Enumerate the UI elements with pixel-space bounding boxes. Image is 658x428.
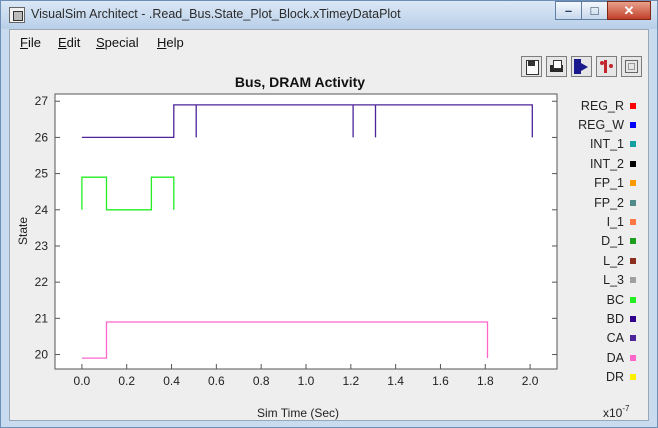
x-tick-label: 0.8 [253, 374, 270, 388]
legend-item: FP_1 [536, 174, 636, 193]
legend-swatch [630, 238, 636, 245]
legend-label: I_1 [606, 215, 624, 230]
legend-swatch [630, 199, 636, 206]
legend-item: CA [536, 329, 636, 348]
legend-swatch [630, 180, 636, 187]
legend-label: REG_R [580, 98, 624, 113]
x-tick-label: 0.4 [163, 374, 180, 388]
x-tick-label: 1.8 [477, 374, 494, 388]
legend-swatch [630, 160, 636, 167]
legend-label: REG_W [578, 118, 624, 133]
x-multiplier-label: x10-7 [603, 404, 630, 420]
legend-item: L_3 [536, 271, 636, 290]
title-bar[interactable]: VisualSim Architect - .Read_Bus.State_Pl… [1, 1, 657, 29]
y-tick-label: 24 [35, 203, 49, 217]
y-tick-label: 20 [35, 348, 49, 362]
window-controls: – □ ✕ [555, 1, 651, 21]
x-tick-label: 1.4 [387, 374, 404, 388]
legend-item: REG_R [536, 96, 636, 115]
legend-label: INT_2 [589, 156, 624, 171]
legend-swatch [630, 335, 636, 342]
x-tick-label: 0.6 [208, 374, 225, 388]
legend-item: INT_2 [536, 154, 636, 173]
legend-label: DR [605, 370, 624, 385]
close-button[interactable]: ✕ [607, 1, 651, 20]
legend-label: FP_1 [594, 176, 624, 191]
legend-label: BD [606, 311, 624, 326]
x-tick-label: 0.2 [118, 374, 135, 388]
window-title: VisualSim Architect - .Read_Bus.State_Pl… [31, 7, 401, 21]
y-tick-label: 27 [35, 94, 49, 108]
legend-item: I_1 [536, 212, 636, 231]
legend-swatch [630, 219, 636, 226]
legend-label: FP_2 [594, 195, 624, 210]
legend: REG_R REG_W INT_1 INT_2 FP_1 FP_2 I_1 D_1 L_2 L_3… [536, 96, 636, 387]
y-tick-label: 26 [35, 130, 49, 144]
plot-frame: File Edit Special Help Bus, DRAM Activit… [9, 29, 649, 421]
legend-label: L_2 [603, 253, 624, 268]
close-icon: ✕ [623, 3, 635, 18]
legend-swatch [630, 257, 636, 264]
app-window: VisualSim Architect - .Read_Bus.State_Pl… [0, 0, 658, 428]
plot-area[interactable] [54, 93, 558, 370]
legend-item: FP_2 [536, 193, 636, 212]
x-axis-label: Sim Time (Sec) [257, 406, 339, 420]
legend-item: L_2 [536, 251, 636, 270]
y-axis-label: State [16, 217, 30, 245]
legend-label: INT_1 [589, 137, 624, 152]
legend-item: DA [536, 348, 636, 367]
legend-item: DR [536, 367, 636, 386]
maximize-icon: □ [590, 3, 599, 18]
maximize-button[interactable]: □ [581, 1, 608, 20]
legend-swatch [630, 122, 636, 129]
legend-swatch [630, 277, 636, 284]
x-tick-label: 1.0 [298, 374, 315, 388]
legend-label: CA [606, 331, 624, 346]
legend-swatch [630, 374, 636, 381]
y-tick-label: 22 [35, 275, 49, 289]
y-tick-label: 25 [35, 167, 49, 181]
legend-label: BC [606, 292, 624, 307]
legend-label: DA [606, 350, 624, 365]
chart-title: Bus, DRAM Activity [235, 74, 365, 90]
legend-label: L_3 [603, 273, 624, 288]
x-tick-label: 1.6 [432, 374, 449, 388]
legend-label: D_1 [601, 234, 624, 249]
y-tick-label: 23 [35, 239, 49, 253]
y-tick-label: 21 [35, 311, 49, 325]
legend-item: REG_W [536, 115, 636, 134]
legend-item: BC [536, 290, 636, 309]
minimize-button[interactable]: – [555, 1, 582, 20]
x-tick-label: 1.2 [342, 374, 359, 388]
legend-item: BD [536, 309, 636, 328]
legend-swatch [630, 296, 636, 303]
legend-item: INT_1 [536, 135, 636, 154]
legend-swatch [630, 141, 636, 148]
legend-item: D_1 [536, 232, 636, 251]
minimize-icon: – [564, 3, 573, 18]
legend-swatch [630, 315, 636, 322]
legend-swatch [630, 354, 636, 361]
legend-swatch [630, 102, 636, 109]
x-tick-label: 0.0 [74, 374, 91, 388]
app-icon[interactable] [9, 7, 25, 23]
